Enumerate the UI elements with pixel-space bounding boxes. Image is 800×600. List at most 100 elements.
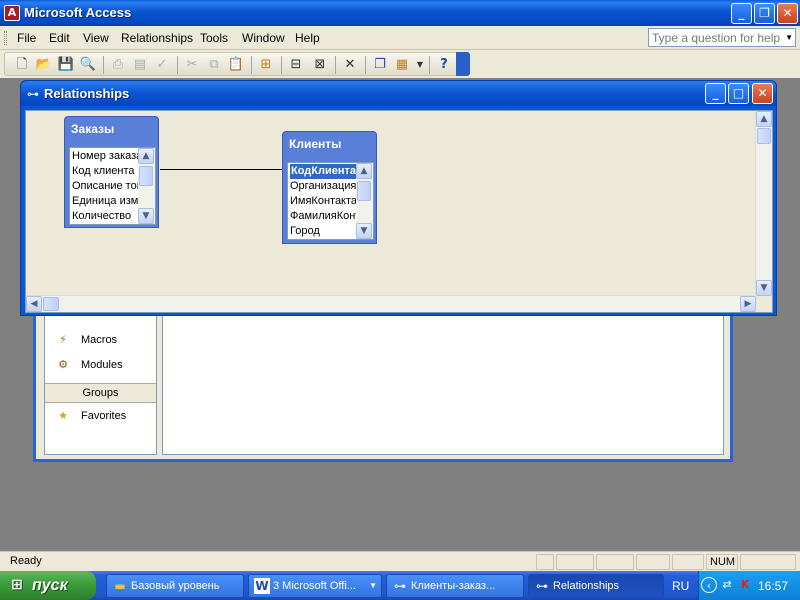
relationships-canvas[interactable]: Заказы Номер заказа Код клиента Описание… — [25, 110, 773, 313]
field-item[interactable]: ИмяКонтакта — [290, 194, 358, 209]
scroll-thumb[interactable] — [43, 297, 59, 311]
menu-relationships[interactable]: Relationships — [121, 31, 193, 45]
field-item[interactable]: Единица измерения — [72, 194, 140, 209]
access-key-icon[interactable]: A — [4, 5, 20, 21]
task-label: Клиенты-заказ... — [411, 580, 496, 592]
paste-icon[interactable]: 📋 — [227, 56, 245, 74]
field-item[interactable]: Описание товара — [72, 179, 140, 194]
relationships-window: ⊶ Relationships _ □ ✕ Заказы Номер заказ… — [20, 80, 777, 316]
delete-icon[interactable]: ✕ — [341, 56, 359, 74]
groups-header[interactable]: Groups — [45, 383, 156, 403]
menu-view[interactable]: View — [83, 31, 109, 45]
object-macros[interactable]: ⚡ Macros — [55, 333, 117, 346]
relationships-titlebar[interactable]: ⊶ Relationships _ □ ✕ — [21, 81, 776, 106]
canvas-vertical-scrollbar[interactable]: ▲ ▼ — [755, 111, 772, 296]
menu-tools[interactable]: Tools — [200, 31, 228, 45]
open-folder-icon[interactable]: 📂 — [35, 56, 53, 74]
file-search-icon[interactable]: 🔍 — [79, 56, 97, 74]
favorites-folder-icon: ★ — [58, 409, 68, 422]
antivirus-icon[interactable]: K — [737, 577, 753, 593]
scroll-left-icon[interactable]: ◀ — [26, 296, 42, 312]
network-icon[interactable]: ⇄ — [719, 577, 735, 593]
spelling-icon[interactable]: ✓ — [153, 56, 171, 74]
chevron-down-icon[interactable]: ▼ — [411, 56, 429, 74]
scroll-thumb[interactable] — [357, 181, 371, 201]
rel-close-button[interactable]: ✕ — [752, 83, 773, 104]
task-word-group[interactable]: W 3 Microsoft Offi... ▼ — [248, 574, 382, 598]
field-item[interactable]: Номер заказа — [72, 149, 140, 164]
save-icon[interactable]: 💾 — [57, 56, 75, 74]
status-pane — [556, 554, 594, 570]
menu-edit[interactable]: Edit — [49, 31, 70, 45]
new-icon[interactable]: 🗋 — [13, 56, 31, 74]
help-icon[interactable]: ? — [435, 56, 453, 74]
field-item[interactable]: ФамилияКонтакта — [290, 209, 358, 224]
field-list-scrollbar[interactable]: ▲ ▼ — [356, 163, 373, 239]
scroll-thumb[interactable] — [757, 128, 771, 144]
table-orders[interactable]: Заказы Номер заказа Код клиента Описание… — [64, 116, 159, 228]
group-favorites[interactable]: ★ Favorites — [55, 409, 126, 422]
language-indicator[interactable]: RU — [672, 579, 689, 593]
new-object-icon[interactable]: ▦ — [393, 56, 411, 74]
print-icon[interactable]: ⎙ — [109, 56, 127, 74]
toolbar-separator — [335, 56, 336, 74]
cut-icon[interactable]: ✂ — [183, 56, 201, 74]
scroll-right-icon[interactable]: ▶ — [740, 296, 756, 312]
field-list-scrollbar[interactable]: ▲ ▼ — [138, 148, 155, 224]
module-icon: ⚙ — [58, 358, 68, 371]
field-list[interactable]: КодКлиента Организация ИмяКонтакта Фамил… — [287, 162, 374, 240]
relationships-icon[interactable]: ⊶ — [27, 87, 39, 101]
chevron-down-icon[interactable]: ▼ — [785, 33, 793, 42]
task-access-database[interactable]: ⊶ Клиенты-заказ... — [386, 574, 524, 598]
field-list[interactable]: Номер заказа Код клиента Описание товара… — [69, 147, 156, 225]
scroll-down-icon[interactable]: ▼ — [756, 280, 772, 296]
scroll-up-icon[interactable]: ▲ — [756, 111, 772, 127]
folder-icon: ▬ — [114, 579, 126, 593]
toolbar-separator — [251, 56, 252, 74]
rel-minimize-button[interactable]: _ — [705, 83, 726, 104]
close-button[interactable]: ✕ — [777, 3, 798, 24]
task-folder-basic-level[interactable]: ▬ Базовый уровень — [106, 574, 244, 598]
toolbar-options-icon[interactable] — [456, 52, 470, 76]
status-pane — [636, 554, 670, 570]
field-item[interactable]: Количество — [72, 209, 140, 224]
rel-maximize-button[interactable]: □ — [728, 83, 749, 104]
status-pane — [672, 554, 704, 570]
copy-icon[interactable]: ⧉ — [205, 56, 223, 74]
menu-grip[interactable] — [4, 31, 7, 45]
start-button[interactable]: ⊞ пуск — [0, 571, 96, 600]
scroll-up-icon[interactable]: ▲ — [138, 148, 154, 164]
object-modules[interactable]: ⚙ Modules — [55, 358, 123, 371]
scroll-down-icon[interactable]: ▼ — [356, 223, 372, 239]
field-item[interactable]: Город — [290, 224, 358, 239]
restore-button[interactable]: ❐ — [754, 3, 775, 24]
show-direct-relationships-icon[interactable]: ⊟ — [287, 56, 305, 74]
menu-window[interactable]: Window — [242, 31, 285, 45]
group-label: Favorites — [81, 410, 127, 422]
scroll-up-icon[interactable]: ▲ — [356, 163, 372, 179]
menu-file[interactable]: File — [17, 31, 36, 45]
objects-list[interactable] — [162, 308, 724, 455]
scroll-thumb[interactable] — [139, 166, 153, 186]
field-item[interactable]: Организация — [290, 179, 358, 194]
relationship-line[interactable] — [160, 169, 282, 170]
canvas-horizontal-scrollbar[interactable]: ◀ ▶ — [26, 295, 756, 312]
status-text: Ready — [10, 555, 42, 567]
minimize-button[interactable]: _ — [731, 3, 752, 24]
field-item-selected[interactable]: КодКлиента — [290, 164, 358, 179]
chevron-down-icon[interactable]: ▼ — [369, 575, 377, 597]
show-all-relationships-icon[interactable]: ⊠ — [311, 56, 329, 74]
scroll-down-icon[interactable]: ▼ — [138, 208, 154, 224]
ask-question-box[interactable]: Type a question for help ▼ — [648, 28, 796, 47]
menu-help[interactable]: Help — [295, 31, 320, 45]
relationship-toolbar: 🗋 📂 💾 🔍 ⎙ ▤ ✓ ✂ ⧉ 📋 ⊞ ⊟ ⊠ ✕ ❐ ▦ ▼ ? — [4, 52, 470, 76]
tray-expand-icon[interactable]: ‹ — [701, 577, 717, 593]
table-title: Заказы — [71, 122, 115, 136]
task-relationships[interactable]: ⊶ Relationships — [528, 574, 664, 598]
table-clients[interactable]: Клиенты КодКлиента Организация ИмяКонтак… — [282, 131, 377, 244]
database-window-icon[interactable]: ❐ — [371, 56, 389, 74]
print-preview-icon[interactable]: ▤ — [131, 56, 149, 74]
app-titlebar[interactable]: A Microsoft Access _ ❐ ✕ — [0, 0, 800, 26]
show-table-icon[interactable]: ⊞ — [257, 56, 275, 74]
field-item[interactable]: Код клиента — [72, 164, 140, 179]
